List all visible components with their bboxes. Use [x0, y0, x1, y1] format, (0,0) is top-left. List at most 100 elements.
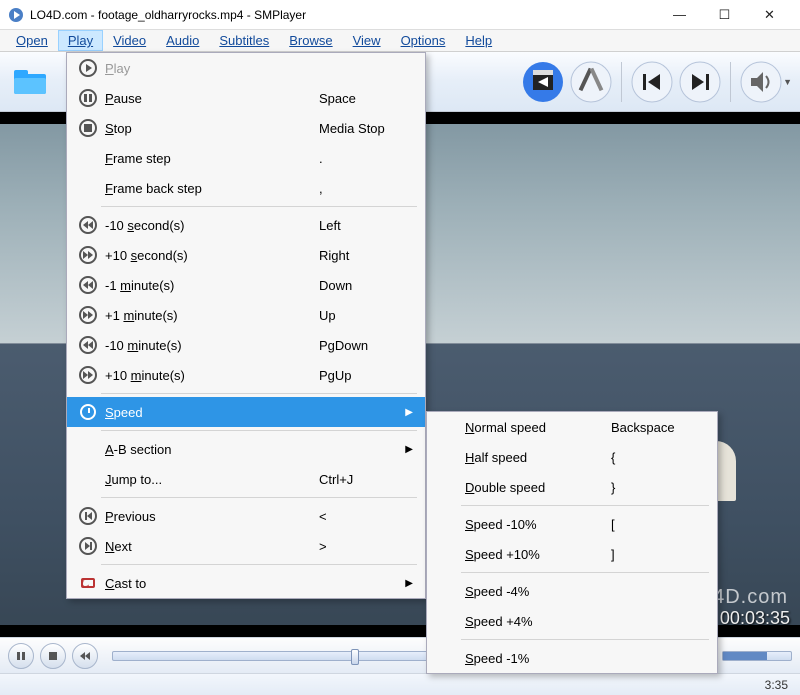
speed-menu-normal-speed[interactable]: Normal speedBackspace — [427, 412, 717, 442]
menu-view[interactable]: View — [343, 30, 391, 51]
volume-icon — [739, 60, 783, 104]
menu-label: +10 second(s) — [101, 248, 309, 263]
menu-shortcut: . — [309, 151, 399, 166]
play-menu--10-minute-s-[interactable]: -10 minute(s)PgDown — [67, 330, 425, 360]
menu-shortcut: Left — [309, 218, 399, 233]
speed-menu-double-speed[interactable]: Double speed} — [427, 472, 717, 502]
speed-menu-speed-1-[interactable]: Speed -1% — [427, 643, 717, 673]
menu-label: Half speed — [461, 450, 601, 465]
folder-icon — [8, 60, 52, 104]
forward-icon — [75, 366, 101, 384]
menu-separator — [101, 393, 417, 394]
play-menu-frame-step[interactable]: Frame step. — [67, 143, 425, 173]
control-stop[interactable] — [40, 643, 66, 669]
submenu-arrow-icon: ▶ — [399, 407, 413, 418]
minimize-button[interactable]: — — [657, 1, 702, 29]
toolbar-next[interactable] — [678, 60, 722, 104]
menu-shortcut: { — [601, 450, 691, 465]
play-menu-a-b-section[interactable]: A-B section ▶ — [67, 434, 425, 464]
play-menu-pause[interactable]: PauseSpace — [67, 83, 425, 113]
play-menu-frame-back-step[interactable]: Frame back step, — [67, 173, 425, 203]
menu-label: Frame back step — [101, 181, 309, 196]
seek-thumb[interactable] — [351, 649, 359, 665]
speed-menu-speed-10-[interactable]: Speed -10%[ — [427, 509, 717, 539]
control-pause[interactable] — [8, 643, 34, 669]
menu-help[interactable]: Help — [455, 30, 502, 51]
menu-label: -10 minute(s) — [101, 338, 309, 353]
toolbar-separator — [621, 62, 622, 102]
menu-label: Normal speed — [461, 420, 601, 435]
speed-dropdown: Normal speedBackspaceHalf speed{Double s… — [426, 411, 718, 674]
menu-separator — [461, 505, 709, 506]
menu-shortcut: Space — [309, 91, 399, 106]
menu-browse[interactable]: Browse — [279, 30, 342, 51]
menu-label: -10 second(s) — [101, 218, 309, 233]
play-menu--10-minute-s-[interactable]: +10 minute(s)PgUp — [67, 360, 425, 390]
toolbar-open-folder[interactable] — [8, 60, 52, 104]
menu-label: Play — [101, 61, 309, 76]
speed-menu-speed-4-[interactable]: Speed -4% — [427, 576, 717, 606]
toolbar-tools[interactable] — [569, 60, 613, 104]
play-menu--10-second-s-[interactable]: +10 second(s)Right — [67, 240, 425, 270]
play-icon — [75, 59, 101, 77]
menu-play[interactable]: Play — [58, 30, 103, 51]
app-icon — [8, 7, 24, 23]
menu-subtitles[interactable]: Subtitles — [209, 30, 279, 51]
menu-label: Previous — [101, 509, 309, 524]
rewind-icon — [75, 216, 101, 234]
menu-separator — [461, 639, 709, 640]
volume-dropdown-arrow[interactable]: ▼ — [783, 77, 792, 87]
status-time: 3:35 — [765, 678, 788, 692]
control-rewind[interactable] — [72, 643, 98, 669]
speed-menu-speed-4-[interactable]: Speed +4% — [427, 606, 717, 636]
menu-separator — [101, 206, 417, 207]
toolbar-volume[interactable] — [739, 60, 783, 104]
play-menu-previous[interactable]: Previous< — [67, 501, 425, 531]
menu-shortcut: Up — [309, 308, 399, 323]
play-menu-next[interactable]: Next> — [67, 531, 425, 561]
menu-shortcut: Right — [309, 248, 399, 263]
menu-shortcut: , — [309, 181, 399, 196]
play-menu--10-second-s-[interactable]: -10 second(s)Left — [67, 210, 425, 240]
maximize-button[interactable]: ☐ — [702, 1, 747, 29]
volume-bar[interactable] — [722, 651, 792, 661]
menu-audio[interactable]: Audio — [156, 30, 209, 51]
menu-label: Double speed — [461, 480, 601, 495]
menu-open[interactable]: Open — [6, 30, 58, 51]
menu-shortcut: Down — [309, 278, 399, 293]
toolbar-clapper[interactable] — [521, 60, 565, 104]
menu-options[interactable]: Options — [391, 30, 456, 51]
play-menu--1-minute-s-[interactable]: -1 minute(s)Down — [67, 270, 425, 300]
menu-label: Speed -4% — [461, 584, 601, 599]
close-button[interactable]: ✕ — [747, 1, 792, 29]
menu-label: Speed -10% — [461, 517, 601, 532]
menu-label: Speed +4% — [461, 614, 601, 629]
menu-separator — [101, 564, 417, 565]
menu-label: Next — [101, 539, 309, 554]
play-menu-cast-to[interactable]: Cast to▶ — [67, 568, 425, 598]
speed-menu-speed-10-[interactable]: Speed +10%] — [427, 539, 717, 569]
toolbar-previous[interactable] — [630, 60, 674, 104]
toolbar-separator-2 — [730, 62, 731, 102]
menu-shortcut: [ — [601, 517, 691, 532]
play-menu--1-minute-s-[interactable]: +1 minute(s)Up — [67, 300, 425, 330]
play-menu-stop[interactable]: StopMedia Stop — [67, 113, 425, 143]
submenu-arrow-icon: ▶ — [399, 444, 413, 455]
previous-icon — [630, 60, 674, 104]
forward-icon — [75, 306, 101, 324]
menu-label: Jump to... — [101, 472, 309, 487]
rewind-icon — [75, 336, 101, 354]
menu-label: A-B section — [101, 442, 309, 457]
play-menu-speed[interactable]: Speed▶ — [67, 397, 425, 427]
window-title: LO4D.com - footage_oldharryrocks.mp4 - S… — [30, 8, 657, 22]
speed-menu-half-speed[interactable]: Half speed{ — [427, 442, 717, 472]
menu-shortcut: PgDown — [309, 338, 399, 353]
play-menu-jump-to-[interactable]: Jump to...Ctrl+J — [67, 464, 425, 494]
menu-video[interactable]: Video — [103, 30, 156, 51]
menu-label: Pause — [101, 91, 309, 106]
menu-shortcut: ] — [601, 547, 691, 562]
titlebar: LO4D.com - footage_oldharryrocks.mp4 - S… — [0, 0, 800, 30]
rewind-icon — [75, 276, 101, 294]
menu-label: +10 minute(s) — [101, 368, 309, 383]
menu-shortcut: < — [309, 509, 399, 524]
